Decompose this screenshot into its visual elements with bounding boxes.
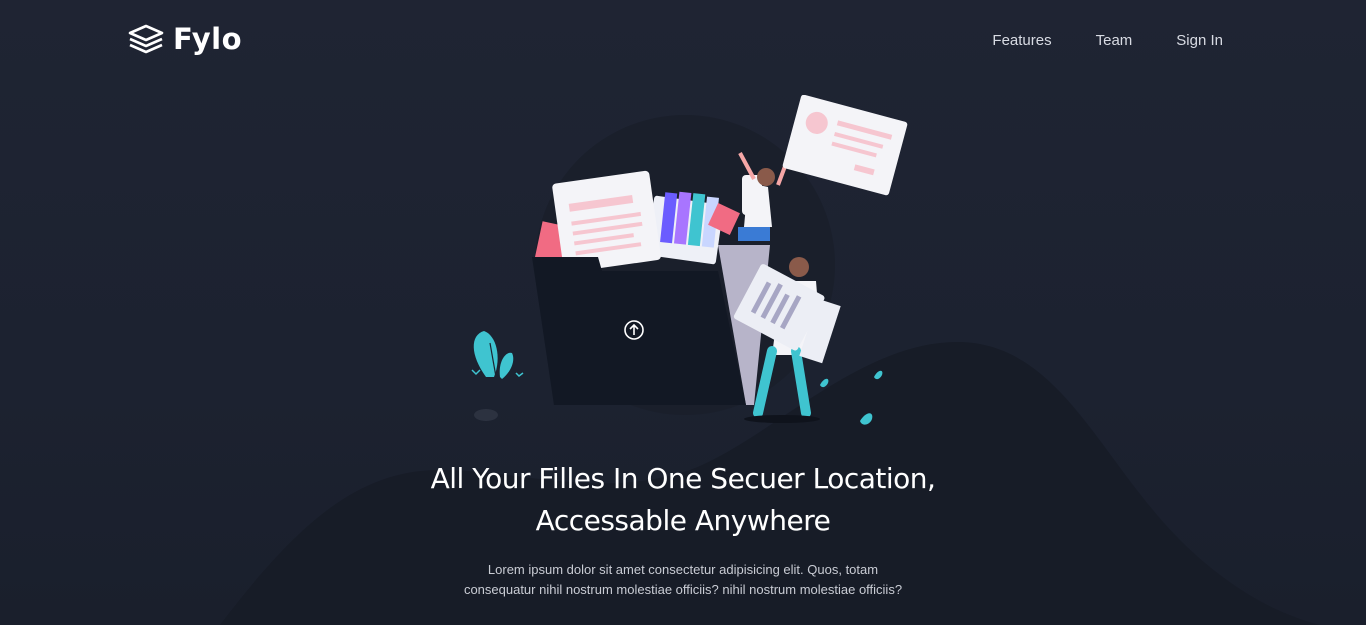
hero-title-line1: All Your Filles In One Secuer Location, <box>430 462 936 495</box>
nav-item-features[interactable]: Features <box>992 32 1051 49</box>
hero-illustration <box>471 95 908 425</box>
folder <box>532 257 746 405</box>
site-header: Fylo Features Team Sign In <box>0 0 1366 84</box>
nav-item-sign-in[interactable]: Sign In <box>1176 32 1223 49</box>
brand-name: Fylo <box>173 22 242 56</box>
hero-title: All Your Filles In One Secuer Location, … <box>283 458 1083 542</box>
nav-item-team[interactable]: Team <box>1096 32 1133 49</box>
logo[interactable]: Fylo <box>127 22 242 56</box>
stacked-layers-icon <box>128 24 164 54</box>
hero-title-line2: Accessable Anywhere <box>535 504 831 537</box>
main-nav: Features Team Sign In <box>992 32 1223 49</box>
hero-description: Lorem ipsum dolor sit amet consectetur a… <box>463 562 903 597</box>
landing-page: Fylo Features Team Sign In All Your Fill… <box>0 0 1366 625</box>
plant-left <box>471 331 524 421</box>
